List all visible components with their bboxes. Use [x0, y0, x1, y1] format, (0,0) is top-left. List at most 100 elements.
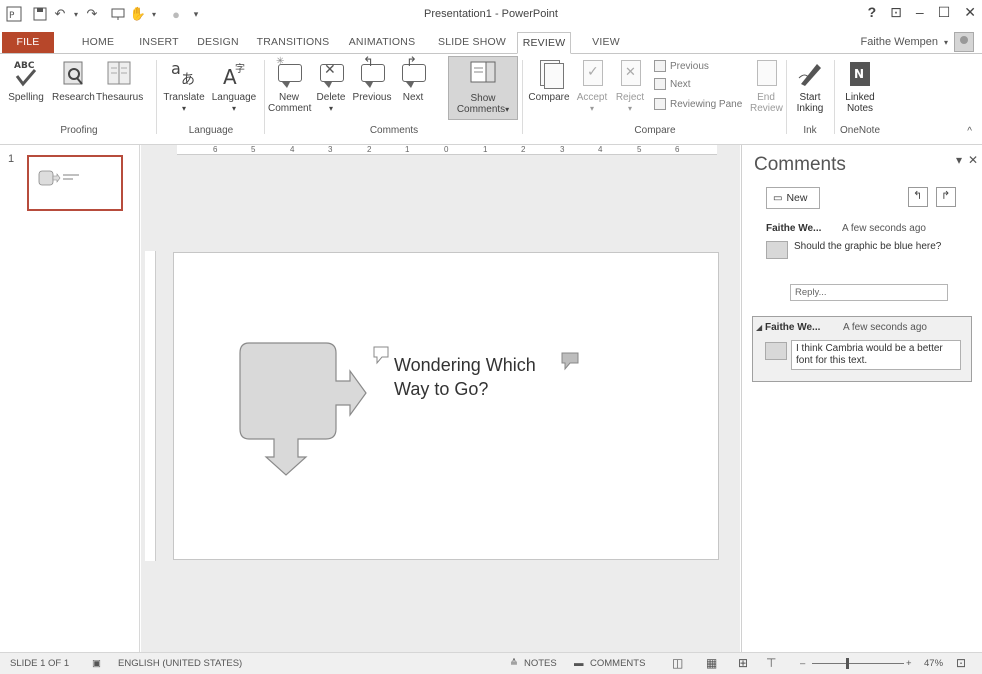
reject-button[interactable]: ✕ Reject ▾	[612, 58, 648, 114]
zoom-out-icon[interactable]: –	[800, 658, 805, 669]
help-icon[interactable]: ?	[868, 4, 877, 21]
tab-review[interactable]: REVIEW	[517, 32, 571, 54]
compare-previous-button[interactable]: Previous	[654, 60, 709, 72]
show-comments-button[interactable]: Show Comments▾	[448, 56, 518, 120]
zoom-level[interactable]: 47%	[924, 658, 943, 669]
language-button[interactable]: A字 Language ▾	[208, 58, 260, 114]
ruler-tick-label: 4	[290, 145, 295, 154]
accept-label: Accept	[576, 92, 608, 103]
new-comment-pane-label: New	[786, 192, 808, 204]
reject-label: Reject	[615, 92, 645, 103]
research-icon	[58, 58, 88, 90]
comments-group-label: Comments	[369, 125, 419, 136]
window-controls: ? ⊡ – ☐ ✕	[868, 4, 976, 21]
comments-status-button[interactable]: COMMENTS	[590, 658, 645, 669]
shape-arrow-callout[interactable]	[174, 253, 720, 561]
horizontal-ruler: 6 5 4 3 2 1 0 1 2 3 4 5 6	[177, 145, 717, 155]
ink-group-label: Ink	[803, 125, 817, 136]
accept-icon: ✓	[577, 58, 607, 90]
avatar[interactable]	[954, 32, 974, 52]
previous-comment-icon: ↰	[357, 55, 387, 90]
tab-slide-show[interactable]: SLIDE SHOW	[434, 32, 510, 54]
zoom-in-icon[interactable]: +	[906, 658, 912, 669]
previous-comment-button[interactable]: ↰ Previous	[350, 55, 394, 103]
zoom-slider[interactable]	[812, 663, 904, 664]
slide-sorter-icon[interactable]: ▦	[706, 656, 717, 670]
new-comment-pane-button[interactable]: ▭ New	[766, 187, 820, 209]
slide[interactable]: Wondering Which Way to Go?	[173, 252, 719, 560]
reject-icon: ✕	[615, 58, 645, 90]
linked-notes-button[interactable]: N Linked Notes	[838, 58, 882, 114]
collapse-thread-icon[interactable]: ◢	[756, 323, 762, 332]
fit-slide-icon[interactable]: ⊡	[956, 656, 966, 670]
slide-thumbnails-pane: 1	[0, 145, 140, 652]
tab-insert[interactable]: INSERT	[132, 32, 186, 54]
minimize-icon[interactable]: –	[916, 4, 924, 21]
thesaurus-button[interactable]: Thesaurus	[96, 58, 143, 103]
comment-avatar	[766, 241, 788, 259]
account-dropdown-icon[interactable]: ▾	[944, 38, 948, 47]
tab-view[interactable]: VIEW	[584, 32, 628, 54]
tab-transitions[interactable]: TRANSITIONS	[256, 32, 330, 54]
ribbon-tabs: FILE HOME INSERT DESIGN TRANSITIONS ANIM…	[0, 30, 982, 54]
compare-next-button[interactable]: Next	[654, 78, 691, 90]
slide-title-line-2: Way to Go?	[394, 379, 489, 399]
language-status[interactable]: ENGLISH (UNITED STATES)	[118, 658, 242, 669]
ruler-tick-label: 3	[328, 145, 333, 154]
pane-options-icon[interactable]: ▾	[956, 153, 962, 167]
maximize-icon[interactable]: ☐	[938, 4, 951, 21]
next-comment-button[interactable]: ↱ Next	[396, 55, 430, 103]
tab-design[interactable]: DESIGN	[190, 32, 246, 54]
previous-icon: ↰	[913, 190, 923, 202]
onenote-icon: N	[845, 58, 875, 90]
ribbon-display-options-icon[interactable]: ⊡	[890, 4, 902, 21]
new-comment-label-1: New	[278, 92, 299, 103]
slide-number: 1	[8, 153, 15, 165]
reading-view-icon[interactable]: ⊞	[738, 656, 748, 670]
spell-check-icon[interactable]: ▣	[92, 658, 101, 669]
slide-thumbnail[interactable]	[27, 155, 123, 211]
normal-view-icon[interactable]: ◫	[672, 656, 683, 670]
delete-comment-button[interactable]: ✕ Delete ▾	[312, 58, 350, 114]
notes-button[interactable]: NOTES	[524, 658, 557, 669]
previous-comment-pane-button[interactable]: ↰	[908, 187, 928, 207]
slide-show-icon[interactable]: ⊤	[766, 656, 776, 670]
zoom-slider-handle[interactable]	[846, 658, 849, 669]
divider	[786, 60, 787, 134]
svg-text:あ: あ	[181, 72, 195, 88]
slide-editing-canvas[interactable]: 6 5 4 3 2 1 0 1 2 3 4 5 6 Wondering Which Way to Go?	[141, 145, 740, 652]
research-button[interactable]: Research	[52, 58, 95, 103]
spelling-button[interactable]: ABC Spelling	[4, 58, 48, 103]
show-comments-label-1: Show	[470, 93, 496, 104]
reply-input[interactable]: Reply...	[790, 284, 948, 301]
account-name[interactable]: Faithe Wempen	[861, 36, 938, 48]
divider	[264, 60, 265, 134]
slide-title-text[interactable]: Wondering Which Way to Go?	[394, 353, 536, 401]
comments-pane-title: Comments	[754, 154, 846, 175]
reviewing-pane-button[interactable]: Reviewing Pane	[654, 98, 742, 110]
new-comment-button[interactable]: ✳ New Comment	[268, 56, 311, 114]
compare-button[interactable]: Compare	[526, 58, 572, 103]
comment-time: A few seconds ago	[842, 223, 926, 234]
accept-button[interactable]: ✓ Accept ▾	[574, 58, 610, 114]
account-area[interactable]: Faithe Wempen ▾	[861, 32, 974, 52]
collapse-ribbon-icon[interactable]: ^	[967, 126, 972, 137]
start-inking-button[interactable]: Start Inking	[790, 58, 830, 114]
close-icon[interactable]: ✕	[964, 4, 976, 21]
comment-text: Should the graphic be blue here?	[794, 241, 942, 252]
thesaurus-icon	[104, 58, 134, 90]
svg-text:ABC: ABC	[14, 61, 35, 71]
ruler-tick-label: 1	[483, 145, 488, 154]
new-comment-small-icon: ▭	[773, 192, 783, 204]
translate-button[interactable]: aあ Translate ▾	[160, 58, 208, 114]
close-pane-icon[interactable]: ✕	[968, 153, 978, 167]
comment-thread-2[interactable]: ◢ Faithe We... A few seconds ago I think…	[752, 316, 972, 382]
svg-text:N: N	[854, 67, 864, 81]
reviewing-pane-label: Reviewing Pane	[670, 98, 743, 110]
tab-file[interactable]: FILE	[2, 32, 54, 54]
tab-home[interactable]: HOME	[72, 32, 124, 54]
comment-edit-box[interactable]: I think Cambria would be a better font f…	[791, 340, 961, 370]
next-comment-pane-button[interactable]: ↱	[936, 187, 956, 207]
end-review-button[interactable]: End Review	[750, 58, 783, 114]
tab-animations[interactable]: ANIMATIONS	[344, 32, 420, 54]
